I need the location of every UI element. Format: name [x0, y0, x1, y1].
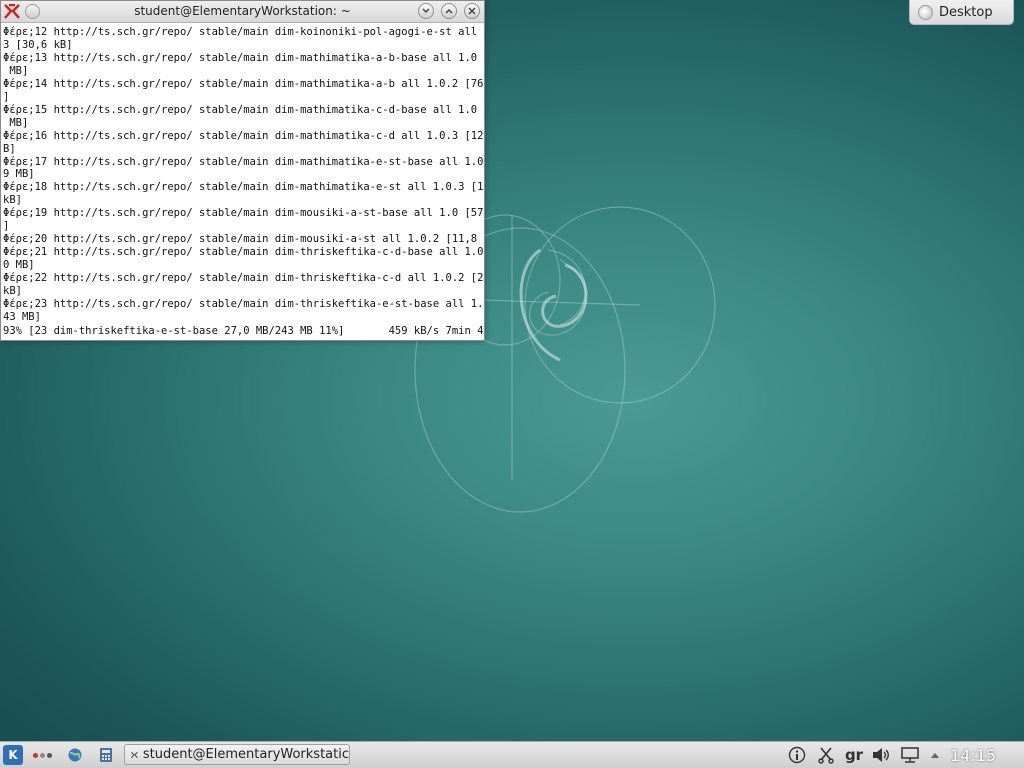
- close-button[interactable]: [464, 3, 480, 19]
- scissors-icon[interactable]: [817, 746, 835, 764]
- chevron-up-icon: [445, 8, 453, 14]
- terminal-app-icon: [131, 751, 138, 758]
- terminal-line: 9 MB]: [3, 168, 35, 181]
- network-monitor-icon[interactable]: [900, 746, 920, 764]
- task-button-terminal[interactable]: student@ElementaryWorkstatic: [124, 744, 350, 765]
- calculator-icon[interactable]: [98, 746, 114, 764]
- terminal-line: 43 MB]: [3, 310, 41, 323]
- network-globe-icon[interactable]: [66, 746, 84, 764]
- terminal-line: Φέρε;19 http://ts.sch.gr/repo/ stable/ma…: [3, 207, 484, 220]
- terminal-line: 0 MB]: [3, 259, 35, 272]
- window-titlebar[interactable]: student@ElementaryWorkstation: ~: [1, 1, 484, 23]
- terminal-line: 3 [30,6 kB]: [3, 38, 73, 51]
- terminal-line: MB]: [3, 116, 29, 129]
- terminal-line: Φέρε;14 http://ts.sch.gr/repo/ stable/ma…: [3, 77, 484, 90]
- terminal-line: Φέρε;21 http://ts.sch.gr/repo/ stable/ma…: [3, 246, 484, 259]
- tray-expand-icon[interactable]: [929, 746, 941, 764]
- desktop-toolbox[interactable]: Desktop: [909, 0, 1014, 25]
- volume-icon[interactable]: [870, 746, 892, 764]
- terminal-output[interactable]: Φέρε;12 http://ts.sch.gr/repo/ stable/ma…: [1, 23, 484, 340]
- task-label: student@ElementaryWorkstatic: [142, 747, 349, 762]
- terminal-line: ]: [3, 90, 10, 103]
- terminal-status-line: 93% [23 dim-thriskeftika-e-st-base 27,0 …: [3, 324, 484, 337]
- kde-menu-icon[interactable]: K: [3, 745, 23, 765]
- terminal-window[interactable]: student@ElementaryWorkstation: ~ Φέρε;12…: [0, 0, 485, 341]
- minimize-button[interactable]: [418, 3, 434, 19]
- terminal-line: Φέρε;20 http://ts.sch.gr/repo/ stable/ma…: [3, 233, 484, 246]
- terminal-line: kB]: [3, 285, 22, 298]
- terminal-line: Φέρε;13 http://ts.sch.gr/repo/ stable/ma…: [3, 51, 484, 64]
- terminal-line: MB]: [3, 64, 29, 77]
- terminal-line: Φέρε;22 http://ts.sch.gr/repo/ stable/ma…: [3, 272, 484, 285]
- terminal-line: Φέρε;23 http://ts.sch.gr/repo/ stable/ma…: [3, 298, 484, 311]
- keyboard-layout-indicator[interactable]: gr: [845, 746, 863, 764]
- terminal-line: Φέρε;15 http://ts.sch.gr/repo/ stable/ma…: [3, 103, 484, 116]
- cashew-icon: [918, 4, 933, 20]
- desktop-label: Desktop: [939, 4, 993, 20]
- info-icon[interactable]: [788, 746, 806, 764]
- terminal-line: B]: [3, 142, 16, 155]
- clock[interactable]: 14:15: [950, 746, 996, 765]
- chevron-down-icon: [422, 8, 430, 14]
- terminal-line: ]: [3, 220, 10, 233]
- terminal-line: Φέρε;17 http://ts.sch.gr/repo/ stable/ma…: [3, 155, 484, 168]
- maximize-button[interactable]: [441, 3, 457, 19]
- terminal-line: Φέρε;12 http://ts.sch.gr/repo/ stable/ma…: [3, 26, 484, 38]
- taskbar: K student@ElementaryWorkstatic gr 14:15: [0, 741, 1024, 768]
- terminal-line: kB]: [3, 194, 22, 207]
- window-title: student@ElementaryWorkstation: ~: [134, 4, 351, 18]
- terminal-line: Φέρε;18 http://ts.sch.gr/repo/ stable/ma…: [3, 181, 484, 194]
- terminal-line: Φέρε;16 http://ts.sch.gr/repo/ stable/ma…: [3, 129, 484, 142]
- close-icon: [468, 7, 476, 15]
- activity-dots-icon[interactable]: [31, 746, 53, 764]
